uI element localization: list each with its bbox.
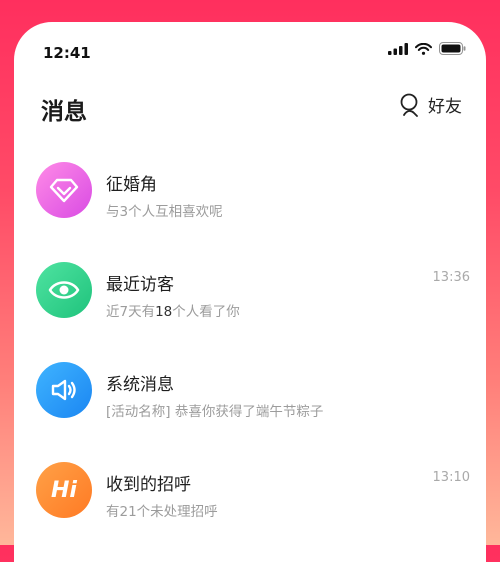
subtitle-prefix: 近7天有 xyxy=(106,304,156,320)
message-subtitle: [活动名称] 恭喜你获得了端午节粽子 xyxy=(106,404,324,420)
message-item-system[interactable]: 系统消息 [活动名称] 恭喜你获得了端午节粽子 xyxy=(14,362,486,442)
message-item-visitors[interactable]: 最近访客 近7天有18个人看了你 13:36 xyxy=(14,262,486,342)
diamond-icon xyxy=(49,178,79,203)
message-name: 系统消息 xyxy=(106,375,174,395)
message-name: 最近访客 xyxy=(106,275,174,295)
message-name: 收到的招呼 xyxy=(106,475,191,495)
status-bar: 12:41 xyxy=(14,22,486,72)
message-item-matchmaking[interactable]: 征婚角 与3个人互相喜欢呢 xyxy=(14,162,486,242)
visitor-count: 18 xyxy=(155,304,173,320)
subtitle-suffix: 个人看了你 xyxy=(172,304,240,320)
friends-icon xyxy=(400,93,418,117)
message-subtitle: 有21个未处理招呼 xyxy=(106,504,218,520)
message-subtitle: 与3个人互相喜欢呢 xyxy=(106,204,223,220)
matchmaking-avatar xyxy=(36,162,92,218)
status-time: 12:41 xyxy=(43,44,91,62)
phone-screen: 12:41 消息 好友 征婚角 与3个人互相喜欢呢 最近访客 近7天有18个人看… xyxy=(14,22,486,562)
message-name: 征婚角 xyxy=(106,175,157,195)
page-title: 消息 xyxy=(41,99,87,125)
signal-icon xyxy=(388,42,408,55)
friends-label: 好友 xyxy=(428,97,462,117)
speaker-icon xyxy=(51,379,76,401)
message-time: 13:10 xyxy=(432,470,470,485)
message-item-greetings[interactable]: Hi 收到的招呼 有21个未处理招呼 13:10 xyxy=(14,462,486,542)
visitors-avatar xyxy=(36,262,92,318)
message-time: 13:36 xyxy=(432,270,470,285)
hi-icon: Hi xyxy=(51,477,77,503)
wifi-icon xyxy=(415,42,432,55)
message-subtitle: 近7天有18个人看了你 xyxy=(106,300,240,320)
eye-icon xyxy=(48,281,80,299)
status-icons xyxy=(388,42,466,55)
battery-icon xyxy=(439,42,466,55)
greetings-avatar: Hi xyxy=(36,462,92,518)
friends-button[interactable]: 好友 xyxy=(398,92,462,117)
system-avatar xyxy=(36,362,92,418)
